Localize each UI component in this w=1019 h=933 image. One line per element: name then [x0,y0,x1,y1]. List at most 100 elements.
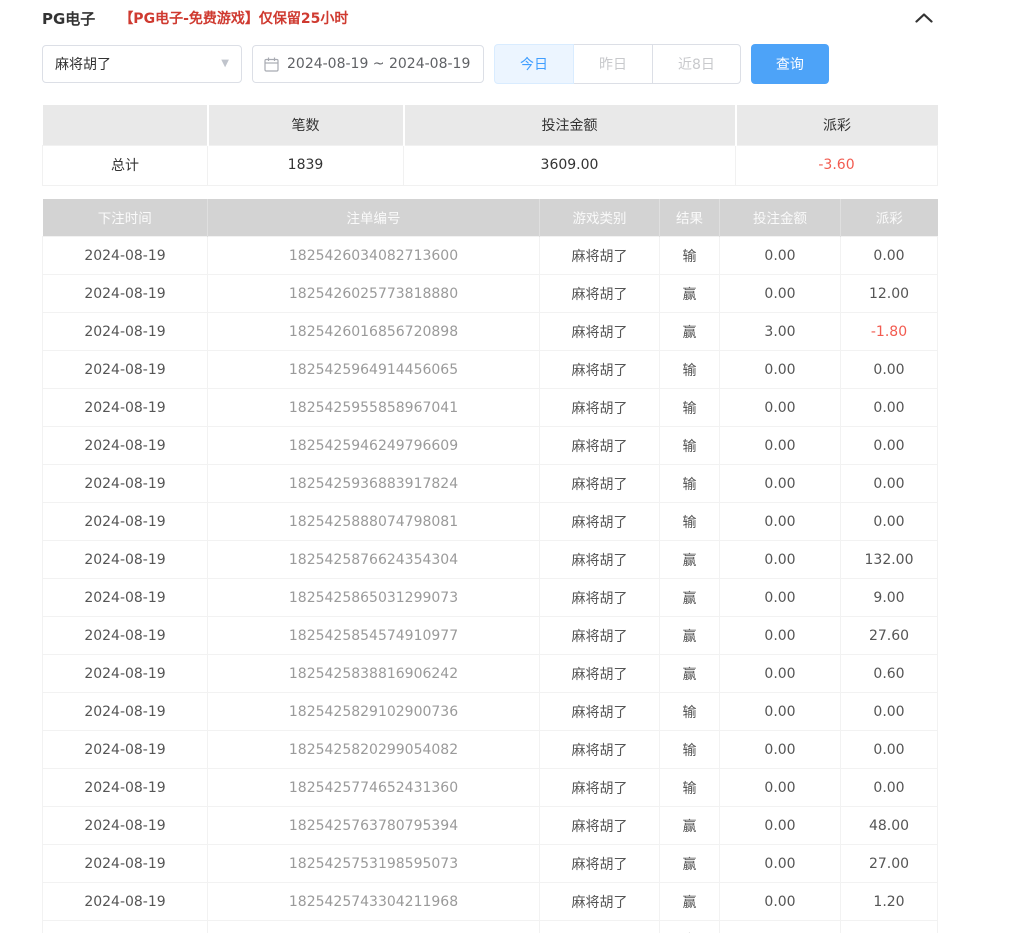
cell-result: 赢 [660,921,720,933]
cell-bet-amount: 0.00 [720,541,841,579]
cell-order-number: 1825425854574910977 [208,617,540,655]
cell-bet-amount: 0.00 [720,465,841,503]
cell-result: 赢 [660,313,720,351]
cell-game-type: 麻将胡了 [540,921,660,933]
cell-bet-amount: 0.00 [720,845,841,883]
cell-result: 输 [660,769,720,807]
cell-bet-amount: 3.00 [720,313,841,351]
topbar: PG电子 【PG电子-免费游戏】仅保留25小时 [42,5,937,31]
cell-result: 赢 [660,617,720,655]
cell-game-type: 麻将胡了 [540,389,660,427]
cell-payout: 0.60 [841,655,938,693]
cell-payout: 0.00 [841,351,938,389]
cell-bet-amount: 0.00 [720,617,841,655]
cell-bet-amount: 0.00 [720,693,841,731]
cell-order-number: 1825425763780795394 [208,807,540,845]
cell-bet-time: 2024-08-19 [43,237,208,275]
cell-bet-amount: 0.00 [720,921,841,933]
cell-result: 输 [660,693,720,731]
cell-result: 赢 [660,883,720,921]
cell-result: 输 [660,731,720,769]
cell-result: 赢 [660,541,720,579]
table-row: 2024-08-191825425946249796609麻将胡了输0.000.… [43,427,938,465]
quick-filter-button-近8日[interactable]: 近8日 [652,44,741,84]
cell-bet-time: 2024-08-19 [43,541,208,579]
table-row: 2024-08-191825425737487489283麻将胡了赢0.004.… [43,921,938,933]
chevron-down-icon: ▼ [221,59,229,69]
cell-game-type: 麻将胡了 [540,807,660,845]
cell-bet-amount: 0.00 [720,237,841,275]
column-header: 结果 [660,199,720,237]
cell-game-type: 麻将胡了 [540,579,660,617]
cell-bet-amount: 0.00 [720,351,841,389]
cell-payout: 0.00 [841,427,938,465]
cell-payout: 0.00 [841,769,938,807]
cell-result: 赢 [660,579,720,617]
cell-bet-time: 2024-08-19 [43,617,208,655]
table-row: 2024-08-191825425865031299073麻将胡了赢0.009.… [43,579,938,617]
cell-bet-amount: 0.00 [720,503,841,541]
table-row: 2024-08-191825425838816906242麻将胡了赢0.000.… [43,655,938,693]
cell-game-type: 麻将胡了 [540,617,660,655]
quick-filter-group: 今日昨日近8日 [494,44,741,84]
cell-game-type: 麻将胡了 [540,655,660,693]
summary-header-count: 笔数 [208,105,404,145]
cell-payout: 132.00 [841,541,938,579]
cell-bet-time: 2024-08-19 [43,807,208,845]
cell-bet-amount: 0.00 [720,807,841,845]
cell-bet-amount: 0.00 [720,427,841,465]
cell-bet-time: 2024-08-19 [43,275,208,313]
cell-payout: 0.00 [841,693,938,731]
summary-count-value: 1839 [208,145,404,185]
date-range-input[interactable]: 2024-08-19 ~ 2024-08-19 [252,45,484,83]
cell-result: 赢 [660,807,720,845]
table-row: 2024-08-191825425820299054082麻将胡了输0.000.… [43,731,938,769]
column-header: 派彩 [841,199,938,237]
cell-order-number: 1825425876624354304 [208,541,540,579]
cell-game-type: 麻将胡了 [540,541,660,579]
cell-game-type: 麻将胡了 [540,275,660,313]
cell-order-number: 1825425774652431360 [208,769,540,807]
cell-game-type: 麻将胡了 [540,731,660,769]
calendar-icon [264,57,279,72]
cell-order-number: 1825426034082713600 [208,237,540,275]
page: PG电子 【PG电子-免费游戏】仅保留25小时 麻将胡了 ▼ [0,0,1019,933]
bet-table-body: 2024-08-191825426034082713600麻将胡了输0.000.… [43,237,938,933]
game-select-value: 麻将胡了 [55,54,111,74]
cell-result: 输 [660,503,720,541]
quick-filter-button-昨日[interactable]: 昨日 [573,44,653,84]
cell-bet-time: 2024-08-19 [43,579,208,617]
cell-game-type: 麻将胡了 [540,693,660,731]
summary-bet-amount-value: 3609.00 [404,145,736,185]
collapse-button[interactable] [911,9,937,27]
cell-bet-time: 2024-08-19 [43,845,208,883]
cell-game-type: 麻将胡了 [540,465,660,503]
cell-payout: 27.60 [841,617,938,655]
column-header: 注单编号 [208,199,540,237]
cell-result: 输 [660,351,720,389]
cell-order-number: 1825425820299054082 [208,731,540,769]
cell-game-type: 麻将胡了 [540,883,660,921]
table-row: 2024-08-191825426034082713600麻将胡了输0.000.… [43,237,938,275]
cell-bet-amount: 0.00 [720,655,841,693]
cell-order-number: 1825425829102900736 [208,693,540,731]
cell-payout: 0.00 [841,503,938,541]
cell-order-number: 1825425753198595073 [208,845,540,883]
summary-header-row: 笔数 投注金额 派彩 [43,105,938,145]
game-select[interactable]: 麻将胡了 ▼ [42,45,242,83]
cell-bet-time: 2024-08-19 [43,465,208,503]
quick-filter-button-今日[interactable]: 今日 [494,44,574,84]
cell-payout: -1.80 [841,313,938,351]
cell-bet-time: 2024-08-19 [43,883,208,921]
cell-result: 输 [660,237,720,275]
table-row: 2024-08-191825425955858967041麻将胡了输0.000.… [43,389,938,427]
page-title: PG电子 [42,8,95,29]
cell-order-number: 1825425888074798081 [208,503,540,541]
cell-result: 输 [660,465,720,503]
summary-header-payout: 派彩 [736,105,938,145]
bet-table-header-row: 下注时间注单编号游戏类别结果投注金额派彩 [43,199,938,237]
cell-order-number: 1825425964914456065 [208,351,540,389]
query-button[interactable]: 查询 [751,44,829,84]
cell-game-type: 麻将胡了 [540,845,660,883]
cell-payout: 4.20 [841,921,938,933]
